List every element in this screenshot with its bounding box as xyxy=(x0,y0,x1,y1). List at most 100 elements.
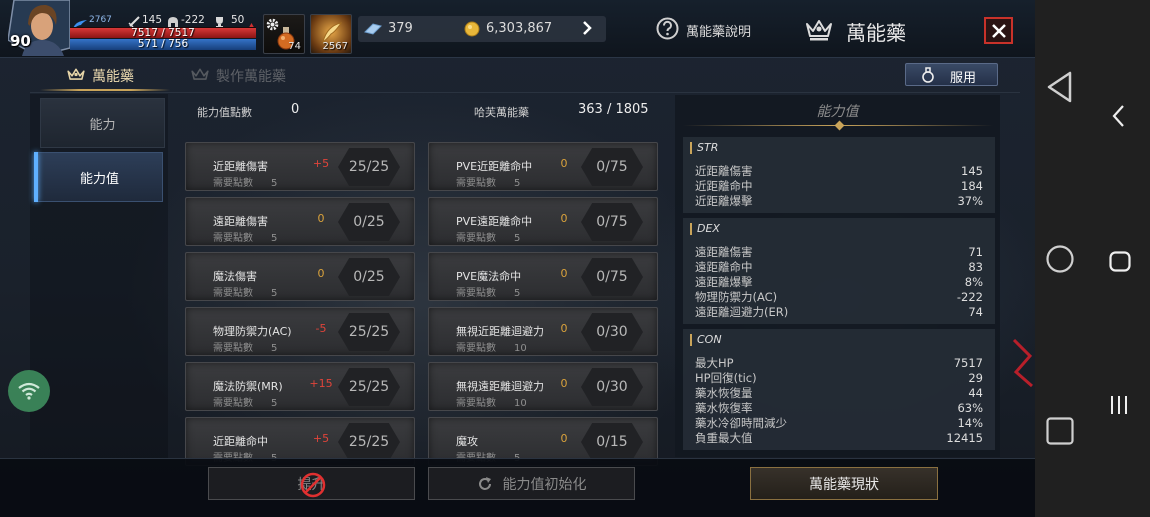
stat-card-label: 魔法防禦(MR) xyxy=(213,380,283,393)
stat-row-value: 44 xyxy=(968,386,983,400)
reset-stats-button[interactable]: 能力值初始化 xyxy=(428,467,635,500)
wifi-float-button[interactable] xyxy=(8,370,50,412)
elixir-count-value: 363 / 1805 xyxy=(578,102,649,117)
stat-card-cost-label: 需要點數 xyxy=(213,233,253,244)
mp-text: 571 / 756 xyxy=(137,38,189,50)
stat-card-progress-badge: 0/75 xyxy=(581,148,643,186)
stat-card-cost: 需要點數 5 xyxy=(456,229,520,244)
stat-row-label: 近距離爆擊 xyxy=(695,194,753,208)
stat-card-cost-value: 10 xyxy=(514,343,527,354)
stat-card[interactable]: 遠距離傷害 需要點數 5 0 0/25 xyxy=(185,197,415,246)
gem-icon xyxy=(363,21,383,40)
help-link[interactable]: 萬能藥說明 xyxy=(686,21,751,40)
stat-card-progress: 0/25 xyxy=(353,214,385,230)
gold-coin-icon xyxy=(464,21,480,41)
stat-card[interactable]: 近距離傷害 需要點數 5 +5 25/25 xyxy=(185,142,415,191)
stat-card-progress-badge: 25/25 xyxy=(338,423,400,461)
stat-card[interactable]: PVE遠距離命中 需要點數 5 0 0/75 xyxy=(428,197,658,246)
stat-row: 遠距離命中 83 xyxy=(683,260,995,275)
stat-card-label: 物理防禦力(AC) xyxy=(213,325,292,338)
item-slot[interactable]: 2567 xyxy=(310,14,352,54)
stat-row-value: 83 xyxy=(968,260,983,274)
stat-row: 最大HP 7517 xyxy=(683,356,995,371)
stat-card[interactable]: 魔法傷害 需要點數 5 0 0/25 xyxy=(185,252,415,301)
stat-card-cost: 需要點數 5 xyxy=(456,284,520,299)
stat-card[interactable]: 無視近距離迴避力 需要點數 10 0 0/30 xyxy=(428,307,658,356)
stat-card-progress-badge: 0/15 xyxy=(581,423,643,461)
sidebar-item-stats[interactable]: 能力值 xyxy=(36,152,163,202)
gold-count: 6,303,867 xyxy=(486,21,553,36)
help-icon[interactable] xyxy=(656,17,679,44)
stat-row-value: 14% xyxy=(957,416,983,430)
stat-row: 近距離傷害 145 xyxy=(683,164,995,179)
stat-row-label: 藥水恢復量 xyxy=(695,386,753,400)
stat-section-dex: DEX 遠距離傷害 71 遠距離命中 83 遠距離爆擊 8% 物理防禦力(AC) -222 遠距離… xyxy=(683,218,995,324)
elixir-count-label: 哈芙萬能藥 xyxy=(474,106,529,119)
stat-card-cost-value: 5 xyxy=(271,178,278,189)
stat-card-cost-label: 需要點數 xyxy=(456,233,496,244)
stat-row-value: 74 xyxy=(968,305,983,319)
arrow-right-icon[interactable] xyxy=(581,20,593,40)
stat-row-label: 近距離命中 xyxy=(695,179,753,193)
stat-card-progress-badge: 0/30 xyxy=(581,313,643,351)
prohibited-icon xyxy=(300,472,326,502)
stat-row: 物理防禦力(AC) -222 xyxy=(683,290,995,305)
stat-row-label: 物理防禦力(AC) xyxy=(695,290,778,304)
attack-value: 145 xyxy=(142,14,163,26)
close-button[interactable] xyxy=(984,17,1013,44)
use-button[interactable]: 服用 xyxy=(905,63,998,86)
android-home-icon[interactable] xyxy=(1046,245,1074,277)
stat-card-column-left: 近距離傷害 需要點數 5 +5 25/25 遠距離傷害 需要點數 5 0 0/25 魔法傷害 需要點數… xyxy=(185,142,415,472)
elixir-status-button[interactable]: 萬能藥現狀 xyxy=(750,467,938,500)
section-title: CON xyxy=(697,333,722,346)
rank-value: 50 xyxy=(231,14,245,26)
android-recents-icon[interactable] xyxy=(1046,417,1074,449)
stat-card-cost-value: 5 xyxy=(514,233,521,244)
stat-card-bonus: 0 xyxy=(560,267,568,280)
stat-card[interactable]: PVE魔法命中 需要點數 5 0 0/75 xyxy=(428,252,658,301)
elixir-status-label: 萬能藥現狀 xyxy=(809,476,879,493)
sidebar-item-ability[interactable]: 能力 xyxy=(40,98,165,148)
stat-row: 藥水恢復率 63% xyxy=(683,401,995,416)
stat-card[interactable]: PVE近距離命中 需要點數 5 0 0/75 xyxy=(428,142,658,191)
sidebar-active-indicator xyxy=(34,152,38,202)
stat-card-cost: 需要點數 10 xyxy=(456,394,527,409)
stat-row: 藥水冷卻時間減少 14% xyxy=(683,416,995,431)
stat-card-label: 魔攻 xyxy=(456,435,478,448)
stat-card-label: PVE近距離命中 xyxy=(456,160,533,173)
stat-card-progress-badge: 0/75 xyxy=(581,258,643,296)
stat-card-cost: 需要點數 5 xyxy=(213,229,277,244)
stats-sections: STR 近距離傷害 145 近距離命中 184 近距離爆擊 37% DEX 遠距離傷害 71 遠距離… xyxy=(683,137,995,450)
red-edge-marker xyxy=(1010,338,1035,392)
craft-icon xyxy=(190,66,210,87)
potion-slot[interactable]: 74 xyxy=(263,14,305,54)
stat-card-progress: 25/25 xyxy=(348,434,390,450)
stat-row: 遠距離傷害 71 xyxy=(683,245,995,260)
page-title: 萬能藥 xyxy=(846,21,906,45)
home-rounded-icon[interactable] xyxy=(1109,251,1131,276)
stat-card[interactable]: 物理防禦力(AC) 需要點數 5 -5 25/25 xyxy=(185,307,415,356)
stat-card-bonus: 0 xyxy=(560,377,568,390)
wifi-icon xyxy=(18,382,40,400)
stat-card[interactable]: 無視遠距離迴避力 需要點數 10 0 0/30 xyxy=(428,362,658,411)
crown-icon xyxy=(804,16,834,46)
stat-row-value: 29 xyxy=(968,371,983,385)
tab-elixir[interactable]: 萬能藥 xyxy=(92,66,134,86)
stat-card-progress-badge: 0/30 xyxy=(581,368,643,406)
stat-row-value: 37% xyxy=(957,194,983,208)
stat-card-label: 無視遠距離迴避力 xyxy=(456,380,544,393)
stat-card[interactable]: 魔法防禦(MR) 需要點數 5 +15 25/25 xyxy=(185,362,415,411)
android-back-icon[interactable] xyxy=(1045,70,1075,108)
tab-craft-elixir[interactable]: 製作萬能藥 xyxy=(216,66,286,86)
recents-lines-icon[interactable] xyxy=(1108,395,1130,419)
stat-row-label: 遠距離命中 xyxy=(695,260,753,274)
raise-button[interactable]: 提升 xyxy=(208,467,415,500)
stat-row-value: 7517 xyxy=(953,356,983,370)
stat-card-bonus: 0 xyxy=(560,212,568,225)
stat-points-value: 0 xyxy=(291,102,300,117)
stat-card-label: 遠距離傷害 xyxy=(213,215,268,228)
stat-card-cost-value: 10 xyxy=(514,398,527,409)
back-chevron-icon[interactable] xyxy=(1110,104,1128,132)
crown-icon xyxy=(66,66,86,87)
stat-card-cost: 需要點數 10 xyxy=(456,339,527,354)
